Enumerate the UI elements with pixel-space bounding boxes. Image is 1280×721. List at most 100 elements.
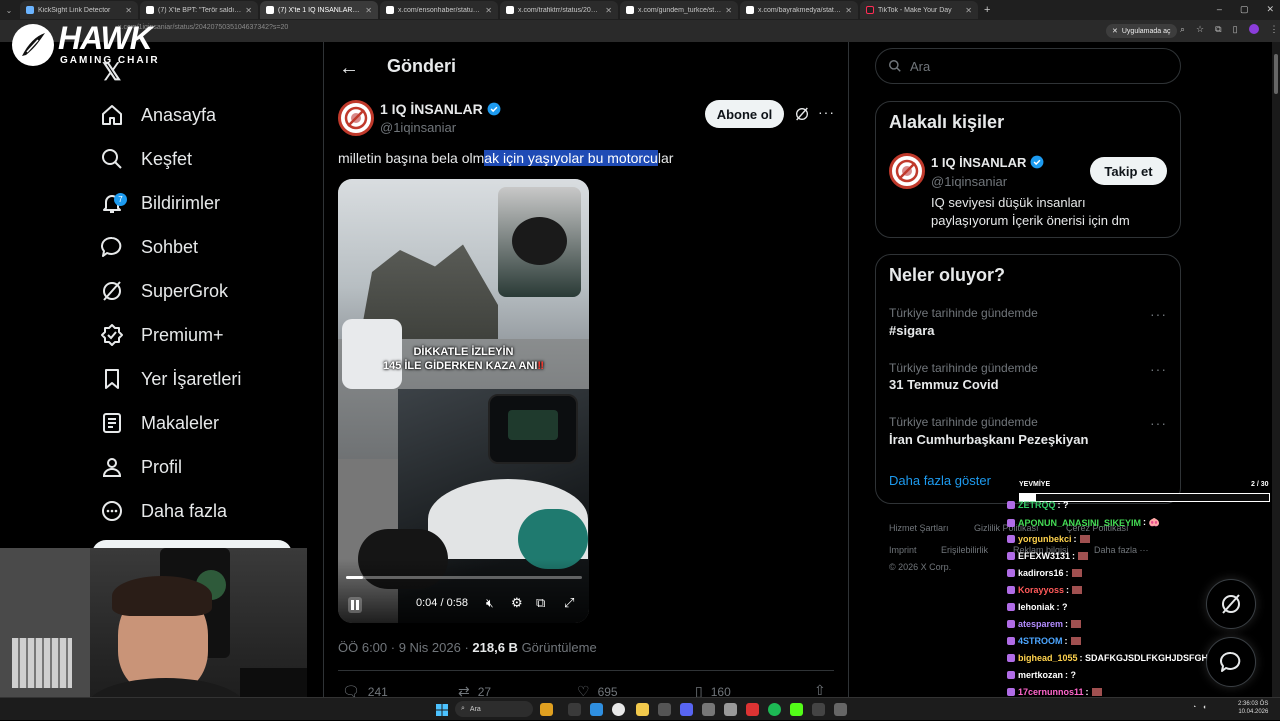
author-handle[interactable]: @1iqinsaniar — [380, 120, 456, 135]
chat-username[interactable]: bighead_1055 — [1018, 653, 1078, 663]
grok-fab-button[interactable] — [1206, 579, 1256, 629]
tab-close-icon[interactable]: ✕ — [485, 6, 492, 15]
tab-6[interactable]: x.com/gundem_turkce/status/20 ✕ — [620, 1, 738, 19]
tab-close-icon[interactable]: ✕ — [125, 6, 132, 15]
tab-8[interactable]: TikTok - Make Your Day ✕ — [860, 1, 978, 19]
tab-close-icon[interactable]: ✕ — [725, 6, 732, 15]
sidebar-item-home[interactable]: Anasayfa — [100, 97, 216, 133]
trend-item-1[interactable]: #sigara — [889, 323, 935, 338]
sidebar-item-profile[interactable]: Profil — [100, 449, 182, 485]
search-input[interactable]: Ara — [875, 48, 1181, 84]
trend-item-3[interactable]: İran Cumhurbaşkanı Pezeşkiyan — [889, 432, 1088, 447]
browser-menu-icon[interactable]: ⋮ — [1270, 24, 1279, 35]
close-window-icon[interactable]: ✕ — [1266, 4, 1274, 15]
file-explorer-icon[interactable] — [636, 703, 649, 716]
tab-1[interactable]: KickSight Link Detector ✕ — [20, 1, 138, 19]
chat-username[interactable]: mertkozan — [1018, 670, 1063, 680]
tab-close-icon[interactable]: ✕ — [605, 6, 612, 15]
tab-close-icon[interactable]: ✕ — [845, 6, 852, 15]
chat-username[interactable]: atesparem — [1018, 619, 1063, 629]
scrollbar-thumb[interactable] — [1274, 54, 1278, 94]
star-icon[interactable]: ☆ — [1196, 24, 1204, 35]
taskbar-app-icon[interactable] — [658, 703, 671, 716]
sidebar-item-articles[interactable]: Makaleler — [100, 405, 219, 441]
taskbar-app-icon[interactable] — [702, 703, 715, 716]
author-avatar[interactable] — [338, 100, 374, 136]
page-scrollbar[interactable] — [1272, 42, 1280, 697]
post-timestamp[interactable]: ÖÖ 6:00 · 9 Nis 2026 · — [338, 640, 472, 655]
sidebar-item-explore[interactable]: Keşfet — [100, 141, 192, 177]
sidebar-item-chat[interactable]: Sohbet — [100, 229, 198, 265]
chat-username[interactable]: Korayyoss — [1018, 585, 1064, 595]
chat-username[interactable]: lehoniak — [1018, 602, 1055, 612]
follow-button[interactable]: Takip et — [1090, 157, 1167, 185]
taskbar-search-input[interactable]: ⌕ Ara — [455, 701, 533, 717]
chrome-icon[interactable] — [612, 703, 625, 716]
profile-avatar[interactable] — [1248, 24, 1259, 34]
trend-more-icon[interactable]: ··· — [1150, 361, 1167, 377]
new-tab-icon[interactable]: + — [984, 4, 990, 16]
chat-username[interactable]: ZETRQQ — [1018, 500, 1056, 510]
discord-icon[interactable] — [680, 703, 693, 716]
chat-username[interactable]: 4STROOM — [1018, 636, 1063, 646]
chat-username[interactable]: kadirors16 — [1018, 568, 1064, 578]
volume-icon[interactable]: ◖ — [1202, 704, 1206, 711]
x-logo-icon[interactable]: 𝕏 — [102, 58, 121, 87]
extensions-icon[interactable]: ⧉ — [1215, 24, 1221, 35]
taskbar-app-icon[interactable] — [724, 703, 737, 716]
trend-more-icon[interactable]: ··· — [1150, 306, 1167, 322]
tab-2[interactable]: (7) X'te BPT: "Terör saldırısı sonr ✕ — [140, 1, 258, 19]
sidebar-item-supergrok[interactable]: SuperGrok — [100, 273, 228, 309]
tab-7[interactable]: x.com/bayrakmedya/status/204✕ — [740, 1, 858, 19]
fullscreen-icon[interactable]: ⤢ — [564, 595, 574, 611]
tab-close-icon[interactable]: ✕ — [245, 6, 252, 15]
video-progress-track[interactable] — [346, 576, 582, 579]
sidebar-toggle-icon[interactable]: ▯ — [1233, 24, 1238, 35]
chat-username[interactable]: 17cernunnos11 — [1018, 687, 1084, 697]
show-more-link[interactable]: Daha fazla göster — [889, 473, 991, 488]
grok-explain-icon[interactable] — [794, 106, 810, 127]
chat-username[interactable]: yorgunbekci — [1018, 534, 1072, 544]
edge-icon[interactable] — [590, 703, 603, 716]
windows-start-icon[interactable] — [436, 703, 448, 716]
sidebar-item-more[interactable]: Daha fazla — [100, 493, 227, 529]
tab-close-icon[interactable]: ✕ — [365, 6, 372, 15]
trend-more-icon[interactable]: ··· — [1150, 415, 1167, 431]
footer-link[interactable]: Hizmet Şartları — [889, 523, 949, 533]
related-user-avatar[interactable] — [889, 153, 925, 189]
taskbar-app-icon[interactable] — [540, 703, 553, 716]
picture-in-picture-icon[interactable]: ⧉ — [536, 595, 545, 611]
maximize-icon[interactable]: ▢ — [1240, 4, 1249, 15]
tab-menu-icon[interactable]: ⌄ — [0, 1, 18, 19]
open-in-app-button[interactable]: ✕ Uygulamada aç — [1106, 24, 1177, 38]
network-icon[interactable]: ◔ — [1192, 704, 1196, 711]
sidebar-item-premium[interactable]: Premium+ — [100, 317, 224, 353]
tab-5[interactable]: x.com/trafiktrr/status/204232816✕ — [500, 1, 618, 19]
back-arrow-icon[interactable]: ← — [339, 57, 359, 80]
post-more-icon[interactable]: ··· — [818, 104, 835, 120]
sidebar-item-notifications[interactable]: 7 Bildirimler — [100, 185, 220, 221]
kick-icon[interactable] — [790, 703, 803, 716]
footer-link[interactable]: Imprint — [889, 545, 917, 555]
author-name[interactable]: 1 IQ İNSANLAR — [380, 101, 501, 117]
minimize-icon[interactable]: – — [1217, 4, 1222, 15]
chat-username[interactable]: EFEXW3131 — [1018, 551, 1070, 561]
chat-username[interactable]: APONUN_ANASINI_SIKEYIM — [1018, 518, 1141, 528]
messages-fab-button[interactable] — [1206, 637, 1256, 687]
task-view-icon[interactable] — [568, 703, 581, 716]
sidebar-item-bookmarks[interactable]: Yer İşaretleri — [100, 361, 241, 397]
footer-link[interactable]: Daha fazla ··· — [1094, 545, 1149, 555]
tab-3-active[interactable]: (7) X'te 1 IQ İNSANLAR: "milletin ✕ — [260, 1, 378, 19]
footer-link[interactable]: Erişilebilirlik — [941, 545, 988, 555]
mute-icon[interactable]: 🔇︎ — [486, 596, 494, 611]
system-tray[interactable]: ◔ ◖ — [1192, 704, 1206, 711]
spotify-icon[interactable] — [768, 703, 781, 716]
pause-button[interactable] — [348, 597, 362, 613]
zoom-icon[interactable]: ⌕ — [1180, 24, 1185, 35]
settings-gear-icon[interactable]: ⚙︎ — [511, 595, 523, 611]
taskbar-app-icon[interactable] — [834, 703, 847, 716]
subscribe-button[interactable]: Abone ol — [705, 100, 784, 128]
tab-4[interactable]: x.com/ensonhaber/status/2042 ✕ — [380, 1, 498, 19]
clock[interactable]: 2:36:03 ÖS 10.04.2026 — [1238, 700, 1268, 716]
related-user-name[interactable]: 1 IQ İNSANLAR — [931, 155, 1044, 170]
